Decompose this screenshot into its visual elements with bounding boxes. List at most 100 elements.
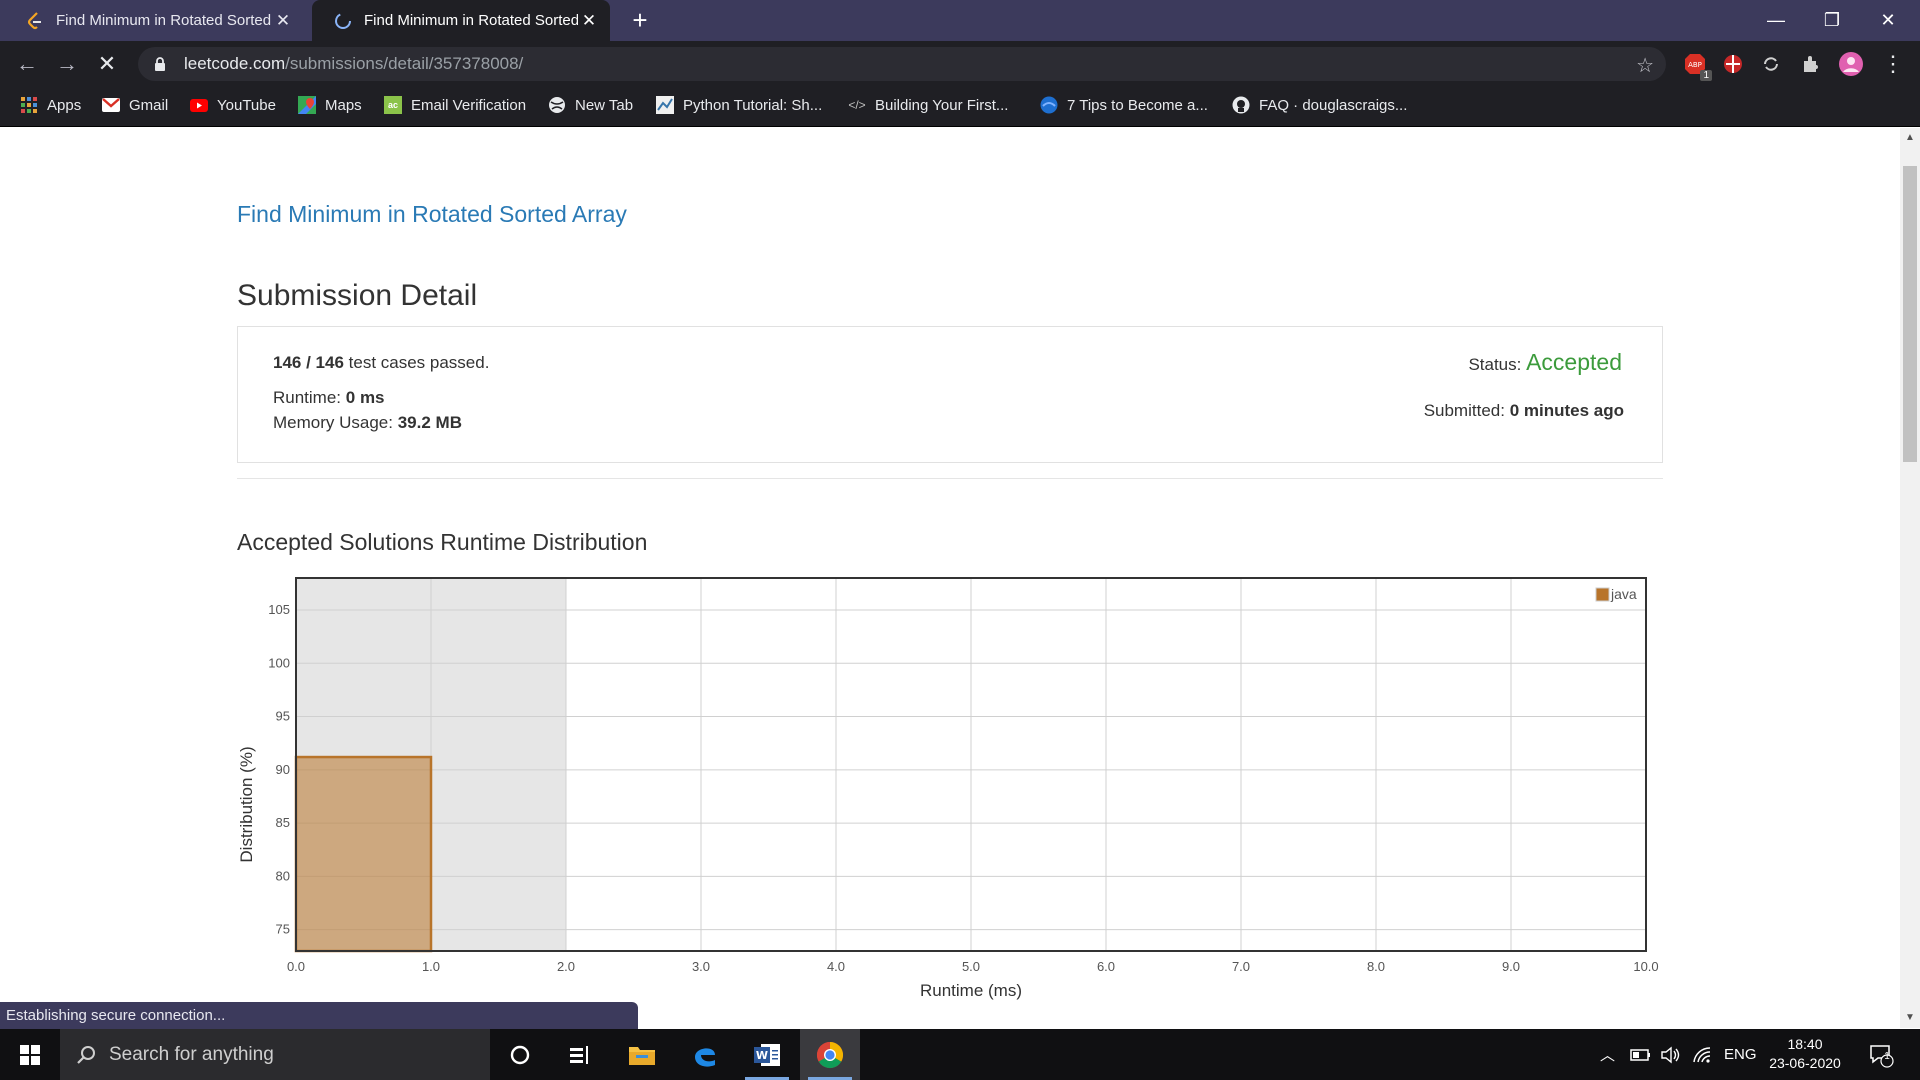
battery-icon[interactable] bbox=[1630, 1029, 1652, 1080]
stop-loading-icon[interactable]: ✕ bbox=[92, 49, 122, 79]
tab-title: Find Minimum in Rotated Sorted Array bbox=[56, 12, 272, 29]
scroll-down-arrow-icon[interactable]: ▼ bbox=[1900, 1008, 1920, 1028]
section-divider bbox=[237, 478, 1663, 479]
scroll-up-arrow-icon[interactable]: ▲ bbox=[1900, 128, 1920, 148]
memory-value: 39.2 MB bbox=[397, 413, 462, 432]
search-icon bbox=[77, 1045, 95, 1064]
close-window-icon[interactable]: ✕ bbox=[1860, 0, 1916, 41]
chart-y-tick-label: 100 bbox=[268, 655, 290, 670]
bookmark-building-your-first[interactable]: </> Building Your First... bbox=[848, 87, 1008, 123]
page-viewport: Find Minimum in Rotated Sorted Array Sub… bbox=[0, 128, 1920, 1028]
menu-kebab-icon[interactable]: ⋮ bbox=[1878, 49, 1908, 79]
tab-inactive[interactable]: Find Minimum in Rotated Sorted Array ✕ bbox=[4, 0, 304, 41]
code-brackets-icon: </> bbox=[848, 98, 866, 112]
bookmark-star-icon[interactable]: ☆ bbox=[1636, 53, 1654, 78]
volume-icon[interactable] bbox=[1660, 1029, 1682, 1080]
new-tab-button[interactable]: + bbox=[624, 4, 656, 36]
chart-x-tick-label: 8.0 bbox=[1367, 959, 1385, 974]
word-app-icon[interactable]: W bbox=[737, 1029, 797, 1080]
profile-avatar[interactable] bbox=[1838, 51, 1864, 77]
bookmark-new-tab[interactable]: New Tab bbox=[548, 87, 633, 123]
chart-x-axis-label: Runtime (ms) bbox=[920, 981, 1022, 1000]
chart-legend-label: java bbox=[1610, 586, 1637, 602]
bookmark-label: YouTube bbox=[217, 96, 276, 114]
bookmark-label: Email Verification bbox=[411, 96, 527, 114]
bookmark-gmail[interactable]: Gmail bbox=[102, 87, 168, 123]
chart-x-tick-label: 5.0 bbox=[962, 959, 980, 974]
scroll-thumb[interactable] bbox=[1903, 166, 1917, 462]
submitted-label: Submitted: bbox=[1423, 401, 1505, 420]
extension-adblock-icon[interactable]: ABP 1 bbox=[1682, 51, 1712, 81]
runtime-distribution-chart[interactable]: 0.0 1.0 2.0 3.0 4.0 5.0 6.0 7.0 8.0 9.0 10.0 75 80 85… bbox=[230, 553, 1670, 1028]
chart-y-tick-label: 75 bbox=[276, 922, 290, 937]
extensions-puzzle-icon[interactable] bbox=[1798, 51, 1824, 77]
clock-time: 18:40 bbox=[1787, 1036, 1823, 1052]
globe-icon bbox=[548, 96, 566, 114]
restore-icon[interactable]: ❐ bbox=[1804, 0, 1860, 41]
distribution-heading: Accepted Solutions Runtime Distribution bbox=[237, 529, 648, 555]
chart-x-tick-label: 9.0 bbox=[1502, 959, 1520, 974]
tab-close-icon[interactable]: ✕ bbox=[578, 11, 600, 31]
extension-sync-icon[interactable] bbox=[1758, 51, 1784, 77]
apps-grid-icon bbox=[20, 96, 38, 114]
file-explorer-icon[interactable] bbox=[612, 1029, 672, 1080]
edge-browser-icon[interactable] bbox=[675, 1029, 735, 1080]
email-verification-icon: ac bbox=[384, 96, 402, 114]
chart-x-tick-label: 7.0 bbox=[1232, 959, 1250, 974]
runtime-row: Runtime: 0 ms bbox=[273, 388, 385, 408]
leetcode-favicon-icon bbox=[26, 11, 44, 30]
search-placeholder: Search for anything bbox=[109, 1043, 274, 1065]
page-scrollbar[interactable]: ▲ ▼ bbox=[1900, 128, 1920, 1028]
windows-taskbar: Search for anything W ︿ ENG 18:40 23-06-… bbox=[0, 1029, 1920, 1080]
svg-text:W: W bbox=[756, 1049, 768, 1062]
chart-y-tick-label: 85 bbox=[276, 815, 290, 830]
status-badge[interactable]: Accepted bbox=[1526, 349, 1622, 375]
forward-icon[interactable]: → bbox=[52, 49, 82, 79]
status-row: Status: Accepted bbox=[1468, 349, 1622, 376]
bookmark-python-tutorial[interactable]: Python Tutorial: Sh... bbox=[656, 87, 822, 123]
bookmark-label: Python Tutorial: Sh... bbox=[683, 96, 823, 114]
tab-close-icon[interactable]: ✕ bbox=[272, 11, 294, 31]
minimize-icon[interactable]: — bbox=[1748, 0, 1804, 41]
chart-x-tick-label: 6.0 bbox=[1097, 959, 1115, 974]
wifi-icon[interactable] bbox=[1692, 1029, 1714, 1080]
cases-passed-text: test cases passed. bbox=[348, 353, 490, 372]
chart-y-tick-label: 80 bbox=[276, 868, 290, 883]
tab-title: Find Minimum in Rotated Sorted Array bbox=[364, 12, 578, 29]
chart-y-axis-label: Distribution (%) bbox=[237, 746, 256, 862]
bookmark-youtube[interactable]: YouTube bbox=[190, 87, 276, 123]
svg-text:ABP: ABP bbox=[1688, 61, 1702, 69]
bookmark-7-tips[interactable]: 7 Tips to Become a... bbox=[1040, 87, 1208, 123]
gmail-icon bbox=[102, 96, 120, 114]
taskbar-clock[interactable]: 18:40 23-06-2020 bbox=[1760, 1035, 1850, 1073]
chart-legend-swatch bbox=[1595, 587, 1610, 602]
back-icon[interactable]: ← bbox=[12, 49, 42, 79]
chart-bar bbox=[294, 755, 433, 953]
bookmark-apps[interactable]: Apps bbox=[20, 87, 81, 123]
show-hidden-icons-chevron-icon[interactable]: ︿ bbox=[1600, 1029, 1615, 1080]
bookmark-maps[interactable]: Maps bbox=[298, 87, 362, 123]
input-language[interactable]: ENG bbox=[1724, 1029, 1757, 1080]
task-view-icon[interactable] bbox=[550, 1029, 610, 1080]
chart-x-tick-label: 2.0 bbox=[557, 959, 575, 974]
chrome-app-icon[interactable] bbox=[800, 1029, 860, 1080]
clock-date: 23-06-2020 bbox=[1769, 1055, 1841, 1071]
taskbar-search-input[interactable]: Search for anything bbox=[60, 1029, 490, 1080]
memory-row: Memory Usage: 39.2 MB bbox=[273, 413, 462, 433]
bookmark-email-verification[interactable]: ac Email Verification bbox=[384, 87, 526, 123]
bookmark-label: Maps bbox=[325, 96, 362, 114]
extension-globe-icon[interactable] bbox=[1720, 51, 1746, 77]
bookmark-faq[interactable]: FAQ · douglascraigs... bbox=[1232, 87, 1407, 123]
submission-summary-panel: 146 / 146 test cases passed. Runtime: 0 … bbox=[237, 326, 1663, 463]
cortana-icon[interactable] bbox=[490, 1029, 550, 1080]
action-center-icon[interactable]: 1 bbox=[1868, 1029, 1894, 1080]
chart-x-tick-label: 0.0 bbox=[287, 959, 305, 974]
tab-active[interactable]: Find Minimum in Rotated Sorted Array ✕ bbox=[312, 0, 610, 41]
problem-title-link[interactable]: Find Minimum in Rotated Sorted Array bbox=[237, 201, 627, 228]
bookmark-label: 7 Tips to Become a... bbox=[1067, 96, 1208, 114]
python-tutorial-icon bbox=[656, 96, 674, 114]
submitted-value: 0 minutes ago bbox=[1509, 401, 1624, 420]
windows-start-icon[interactable] bbox=[0, 1029, 60, 1080]
bookmark-label: Building Your First... bbox=[875, 96, 1009, 114]
address-bar[interactable]: leetcode.com/submissions/detail/35737800… bbox=[138, 47, 1666, 81]
